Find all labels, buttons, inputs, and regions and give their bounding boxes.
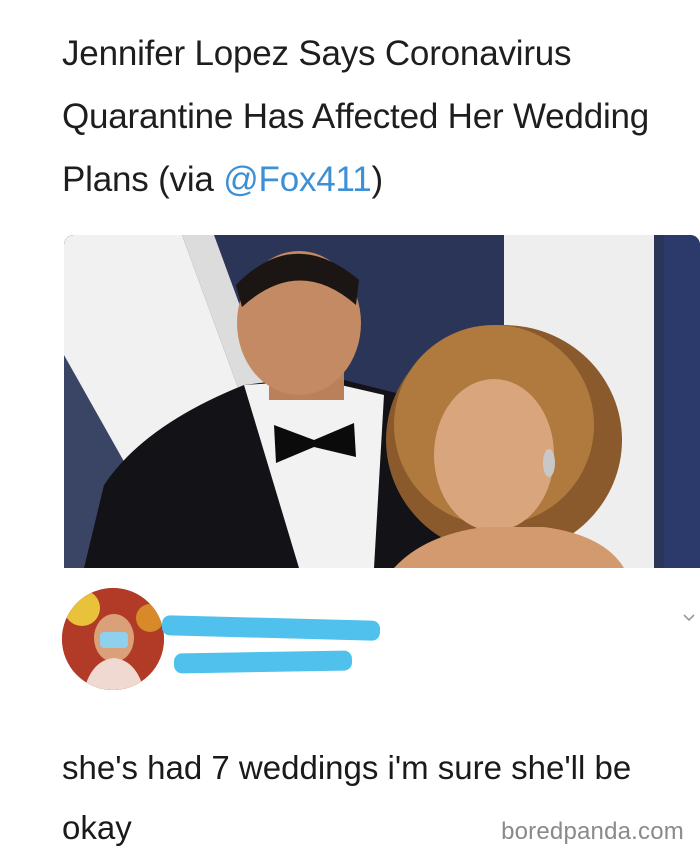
chevron-down-icon[interactable] [682,610,696,624]
headline-close: ) [371,160,383,199]
fox411-mention-link[interactable]: @Fox411 [223,160,371,199]
avatar[interactable] [62,588,164,690]
reply-tweet[interactable] [62,588,700,698]
redacted-display-name [161,615,381,641]
avatar-image [62,588,164,690]
redacted-handle [173,650,353,674]
watermark: boredpanda.com [501,818,684,845]
tweet-photo[interactable] [64,235,700,568]
tweet-headline: Jennifer Lopez Says Coronavirus Quaranti… [62,22,672,211]
couple-photo-image [64,235,700,568]
